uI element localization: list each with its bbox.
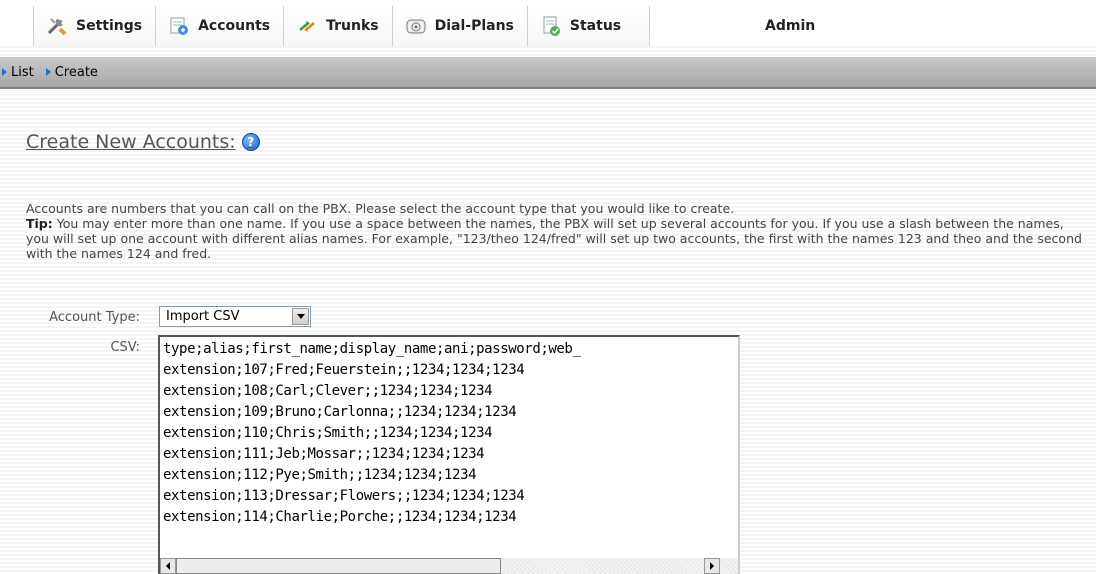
csv-line: extension;110;Chris;Smith;;1234;1234;123… (163, 425, 493, 441)
top-nav: Settings Accounts Trunks Dial-Plans Stat… (0, 0, 1096, 46)
chevron-down-icon (296, 314, 305, 319)
tab-trunks[interactable]: Trunks (283, 6, 392, 46)
tab-settings[interactable]: Settings (33, 6, 156, 46)
tip-text: You may enter more than one name. If you… (26, 216, 1082, 261)
arrow-left-icon (166, 562, 170, 570)
help-icon[interactable]: ? (241, 133, 260, 151)
csv-label: CSV: (110, 340, 140, 355)
csv-line: extension;113;Dressar;Flowers;;1234;1234… (163, 488, 525, 504)
page-title: Create New Accounts: ? (26, 131, 260, 153)
description: Accounts are numbers that you can call o… (26, 201, 1086, 261)
tab-settings-label: Settings (76, 18, 143, 34)
dropdown-button[interactable] (292, 308, 309, 325)
csv-textarea[interactable]: type;alias;first_name;display_name;ani;p… (158, 335, 740, 574)
scrollbar-thumb[interactable] (176, 558, 501, 574)
subnav-list-link[interactable]: List (2, 65, 34, 80)
status-icon (540, 15, 562, 37)
page-title-text: Create New Accounts: (26, 131, 236, 153)
triangle-right-icon (2, 68, 7, 76)
account-type-select[interactable]: Import CSV (159, 306, 311, 327)
csv-line: type;alias;first_name;display_name;ani;p… (163, 341, 581, 357)
horizontal-scrollbar[interactable] (160, 558, 738, 574)
tab-accounts[interactable]: Accounts (155, 6, 284, 46)
tab-accounts-label: Accounts (198, 18, 271, 34)
triangle-right-icon (45, 68, 51, 76)
subnav-create-link[interactable]: Create (45, 64, 98, 80)
tab-trunks-label: Trunks (326, 18, 379, 34)
tab-dial-plans[interactable]: Dial-Plans (391, 6, 527, 46)
trunks-icon (296, 15, 318, 37)
csv-line: extension;112;Pye;Smith;;1234;1234;1234 (163, 467, 477, 483)
arrow-right-icon (710, 562, 714, 570)
csv-line: extension;107;Fred;Feuerstein;;1234;1234… (163, 362, 525, 378)
description-line: Accounts are numbers that you can call o… (26, 201, 735, 216)
tab-bar: Settings Accounts Trunks Dial-Plans Stat… (33, 6, 651, 46)
dial-plans-icon (405, 15, 427, 37)
csv-line: extension;108;Carl;Clever;;1234;1234;123… (163, 383, 493, 399)
settings-icon (46, 15, 68, 37)
tab-dial-plans-label: Dial-Plans (434, 18, 514, 34)
csv-line: extension;109;Bruno;Carlonna;;1234;1234;… (163, 404, 517, 420)
tip-paragraph: Tip: You may enter more than one name. I… (26, 216, 1086, 261)
admin-user-label[interactable]: Admin (765, 18, 815, 34)
csv-line: extension;114;Charlie;Porche;;1234;1234;… (163, 509, 517, 525)
tab-status-label: Status (569, 18, 622, 34)
account-type-value: Import CSV (166, 309, 240, 324)
sub-nav: List Create (0, 57, 1096, 89)
csv-line: extension;111;Jeb;Mossar;;1234;1234;1234 (163, 446, 485, 462)
scroll-left-button[interactable] (160, 558, 176, 574)
tab-status[interactable]: Status (526, 6, 650, 46)
accounts-icon (168, 15, 190, 37)
tip-label: Tip: (26, 216, 53, 231)
csv-content: type;alias;first_name;display_name;ani;p… (163, 339, 581, 528)
subnav-create-label: Create (54, 64, 98, 80)
scroll-right-button[interactable] (704, 558, 720, 574)
account-type-label: Account Type: (49, 310, 140, 325)
subnav-list-label: List (11, 64, 34, 80)
